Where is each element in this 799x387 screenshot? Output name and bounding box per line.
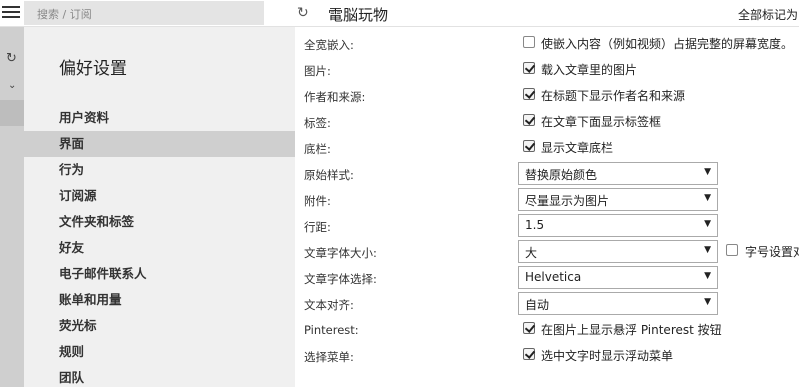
setting-label: Pinterest:	[304, 323, 359, 337]
preferences-sidebar: 偏好设置 用户资料 界面 行为 订阅源 文件夹和标签 好友 电子邮件联系人 账单…	[24, 27, 295, 387]
nav-item-behavior[interactable]: 行为	[24, 157, 295, 183]
setting-row-author: 作者和来源: 在标题下显示作者名和来源	[295, 82, 799, 108]
dropdown-arrow-icon: ▼	[704, 167, 711, 177]
setting-row-footer: 底栏: 显示文章底栏	[295, 134, 799, 160]
original-style-select[interactable]: 替换原始颜色 ▼	[518, 162, 718, 185]
line-height-select[interactable]: 1.5 ▼	[518, 214, 718, 237]
setting-row-fullwidth: 全宽嵌入: 使嵌入内容（例如视频）占据完整的屏幕宽度。	[295, 30, 799, 56]
select-value: 尽量显示为图片	[525, 194, 610, 208]
author-option-label[interactable]: 在标题下显示作者名和来源	[541, 87, 685, 104]
setting-label: 文本对齐:	[304, 298, 354, 312]
dropdown-arrow-icon: ▼	[704, 297, 711, 307]
select-value: 自动	[525, 298, 550, 312]
fullwidth-option-label[interactable]: 使嵌入内容（例如视频）占据完整的屏幕宽度。	[541, 35, 793, 52]
setting-label: 标签:	[304, 116, 331, 130]
nav-item-interface[interactable]: 界面	[24, 131, 295, 157]
pinterest-checkbox[interactable]	[523, 322, 535, 334]
setting-row-selection-menu: 选择菜单: 选中文字时显示浮动菜单	[295, 342, 799, 368]
font-family-select[interactable]: Helvetica ▼	[518, 266, 718, 289]
setting-label: 附件:	[304, 194, 331, 208]
chevron-down-icon[interactable]: ⌄	[8, 80, 16, 91]
refresh-icon[interactable]: ↻	[6, 51, 17, 66]
nav-item-folders-tags[interactable]: 文件夹和标签	[24, 209, 295, 235]
font-size-select[interactable]: 大 ▼	[518, 240, 718, 263]
select-value: 大	[525, 246, 538, 260]
nav-item-email-contacts[interactable]: 电子邮件联系人	[24, 261, 295, 287]
setting-row-images: 图片: 载入文章里的图片	[295, 56, 799, 82]
dropdown-arrow-icon: ▼	[704, 193, 711, 203]
pinterest-option-label[interactable]: 在图片上显示悬浮 Pinterest 按钮	[541, 321, 722, 338]
text-align-select[interactable]: 自动 ▼	[518, 292, 718, 315]
setting-row-line-height: 行距: 1.5 ▼	[295, 212, 799, 238]
dropdown-arrow-icon: ▼	[704, 219, 711, 229]
setting-row-original-style: 原始样式: 替换原始颜色 ▼	[295, 160, 799, 186]
fullwidth-checkbox[interactable]	[523, 36, 535, 48]
setting-row-text-align: 文本对齐: 自动 ▼	[295, 290, 799, 316]
mark-all-read-button[interactable]: 全部标记为	[738, 6, 798, 23]
selection-menu-checkbox[interactable]	[523, 348, 535, 360]
search-input[interactable]: 搜索 / 订阅	[24, 1, 264, 25]
font-size-extra-checkbox[interactable]	[726, 244, 738, 256]
selection-menu-option-label[interactable]: 选中文字时显示浮动菜单	[541, 347, 673, 364]
feed-title: 電脳玩物	[328, 6, 389, 24]
nav-item-feeds[interactable]: 订阅源	[24, 183, 295, 209]
setting-row-attachments: 附件: 尽量显示为图片 ▼	[295, 186, 799, 212]
app-sidebar-highlight	[0, 100, 24, 126]
nav-item-profile[interactable]: 用户资料	[24, 105, 295, 131]
setting-label: 文章字体选择:	[304, 272, 377, 286]
setting-label: 作者和来源:	[304, 90, 366, 104]
author-checkbox[interactable]	[523, 88, 535, 100]
setting-label: 全宽嵌入:	[304, 38, 354, 52]
setting-row-font-family: 文章字体选择: Helvetica ▼	[295, 264, 799, 290]
footer-checkbox[interactable]	[523, 140, 535, 152]
font-size-extra-label[interactable]: 字号设置对	[745, 243, 799, 260]
select-value: Helvetica	[525, 270, 582, 284]
dropdown-arrow-icon: ▼	[704, 245, 711, 255]
preferences-title: 偏好设置	[59, 59, 127, 79]
attachments-select[interactable]: 尽量显示为图片 ▼	[518, 188, 718, 211]
preferences-content: 全宽嵌入: 使嵌入内容（例如视频）占据完整的屏幕宽度。 图片: 载入文章里的图片…	[295, 27, 799, 387]
setting-row-tags: 标签: 在文章下面显示标签框	[295, 108, 799, 134]
nav-item-team[interactable]: 团队	[24, 365, 295, 387]
setting-label: 选择菜单:	[304, 350, 354, 364]
setting-label: 行距:	[304, 220, 331, 234]
setting-label: 图片:	[304, 64, 331, 78]
images-option-label[interactable]: 载入文章里的图片	[541, 61, 637, 78]
setting-row-pinterest: Pinterest: 在图片上显示悬浮 Pinterest 按钮	[295, 316, 799, 342]
nav-item-billing[interactable]: 账单和用量	[24, 287, 295, 313]
nav-item-friends[interactable]: 好友	[24, 235, 295, 261]
setting-label: 底栏:	[304, 142, 331, 156]
setting-label: 原始样式:	[304, 168, 354, 182]
select-value: 1.5	[525, 218, 545, 232]
images-checkbox[interactable]	[523, 62, 535, 74]
tags-option-label[interactable]: 在文章下面显示标签框	[541, 113, 661, 130]
nav-item-highlighter[interactable]: 荧光标	[24, 313, 295, 339]
preferences-nav: 用户资料 界面 行为 订阅源 文件夹和标签 好友 电子邮件联系人 账单和用量 荧…	[24, 105, 295, 387]
preferences-dialog: 偏好设置 用户资料 界面 行为 订阅源 文件夹和标签 好友 电子邮件联系人 账单…	[24, 27, 799, 387]
tags-checkbox[interactable]	[523, 114, 535, 126]
footer-option-label[interactable]: 显示文章底栏	[541, 139, 613, 156]
menu-icon[interactable]	[2, 4, 20, 20]
setting-row-font-size: 文章字体大小: 大 ▼ 字号设置对	[295, 238, 799, 264]
dropdown-arrow-icon: ▼	[704, 271, 711, 281]
nav-item-rules[interactable]: 规则	[24, 339, 295, 365]
setting-label: 文章字体大小:	[304, 246, 377, 260]
refresh-icon[interactable]: ↻	[297, 5, 309, 21]
select-value: 替换原始颜色	[525, 168, 598, 182]
